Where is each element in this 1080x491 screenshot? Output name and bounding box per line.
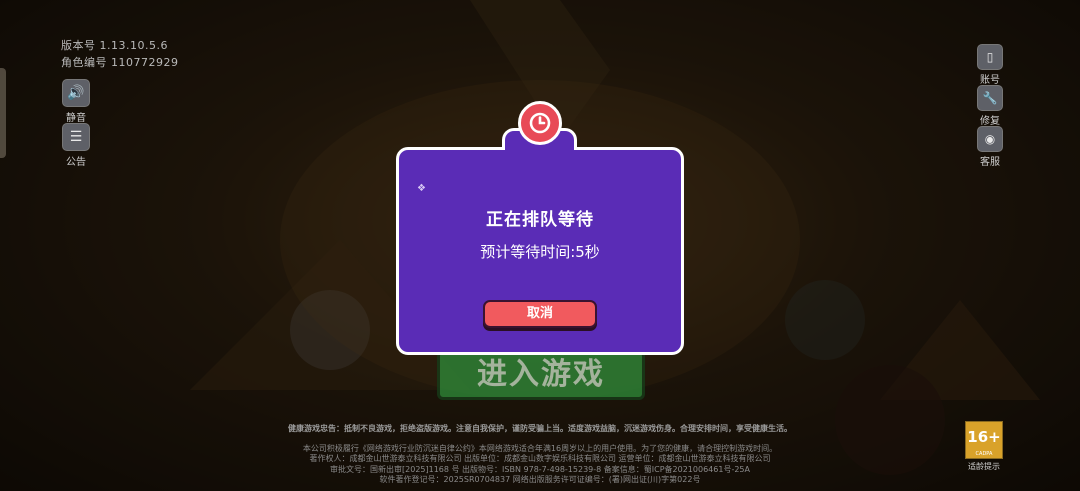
- mute-label: 静音: [66, 113, 86, 124]
- support-button[interactable]: ◉ 客服: [975, 126, 1005, 168]
- age-rating-value: 16+: [967, 428, 1001, 446]
- notice-label: 公告: [66, 157, 86, 168]
- cancel-button[interactable]: 取消: [483, 300, 597, 328]
- version-number: 版本号 1.13.10.5.6: [61, 39, 168, 52]
- age-rating-badge[interactable]: 16+ CADPA 适龄提示: [964, 421, 1004, 473]
- support-icon: ◉: [977, 126, 1003, 152]
- notice-button[interactable]: ☰ 公告: [56, 123, 96, 168]
- legal-line: 软件著作登记号：2025SR0704837 网络出版服务许可证编号：(署)网出证…: [379, 475, 701, 484]
- notice-icon: ☰: [62, 123, 90, 151]
- dialog-title: 正在排队等待: [486, 210, 594, 230]
- role-id: 角色编号 110772929: [61, 56, 179, 69]
- legal-line: 审批文号：国新出审[2025]1168 号 出版物号：ISBN 978-7-49…: [330, 464, 750, 474]
- age-rating-label: 适龄提示: [968, 462, 1000, 471]
- clock-icon: [518, 101, 562, 145]
- account-button[interactable]: ▯ 账号: [975, 44, 1005, 86]
- support-label: 客服: [980, 157, 1000, 168]
- dialog-tab-join: [505, 146, 574, 152]
- speaker-icon: 🔊: [62, 79, 90, 107]
- footer-legal: 健康游戏忠告：抵制不良游戏，拒绝盗版游戏。注意自我保护，谨防受骗上当。适度游戏益…: [240, 424, 840, 486]
- enter-game-button: 进入游戏: [437, 350, 645, 400]
- wait-time-message: 预计等待时间:5秒: [480, 243, 600, 261]
- wrench-icon: 🔧: [977, 85, 1003, 111]
- sparkle-icon: ❖: [417, 183, 426, 194]
- phone-icon: ▯: [977, 44, 1003, 70]
- mute-button[interactable]: 🔊 静音: [56, 79, 96, 124]
- account-label: 账号: [980, 75, 1000, 86]
- legal-line: 著作权人：成都金山世游泰立科技有限公司 出版单位：成都金山数字娱乐科技有限公司 …: [309, 454, 771, 463]
- legal-line: 本公司积极履行《网络游戏行业防沉迷自律公约》本网络游戏适合年满16周岁以上的用户…: [302, 443, 778, 453]
- side-drawer-handle[interactable]: [0, 68, 6, 158]
- repair-button[interactable]: 🔧 修复: [975, 85, 1005, 127]
- version-info: 版本号 1.13.10.5.6 角色编号 110772929: [61, 37, 178, 71]
- health-notice: 健康游戏忠告：抵制不良游戏，拒绝盗版游戏。注意自我保护，谨防受骗上当。适度游戏益…: [288, 424, 792, 433]
- age-rating-icon: 16+ CADPA: [965, 421, 1003, 459]
- age-rating-org: CADPA: [975, 451, 993, 457]
- repair-label: 修复: [980, 116, 1000, 127]
- game-login-screen: 版本号 1.13.10.5.6 角色编号 110772929 🔊 静音 ☰ 公告…: [0, 0, 1080, 491]
